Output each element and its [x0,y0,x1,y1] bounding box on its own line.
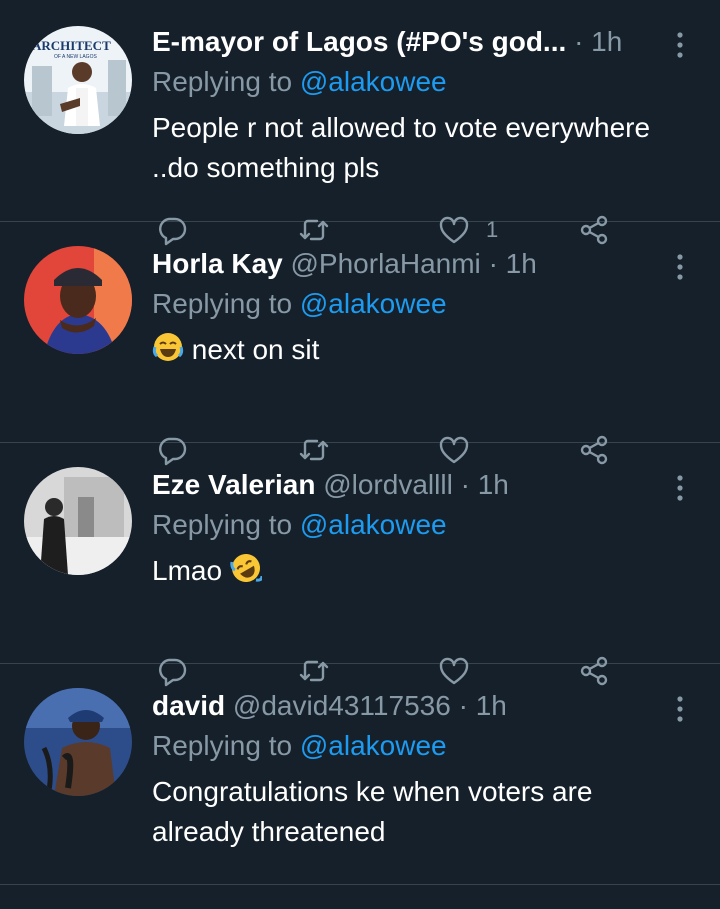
separator-dot: · [460,469,470,500]
reply-item[interactable]: david @david43117536 · 1h Replying to @a… [0,664,720,885]
reply-item[interactable]: ARCHITECT OF A NEW LAGOS E-mayor of Lago… [0,0,720,246]
user-handle[interactable]: @PhorlaHanmi [291,248,481,279]
timestamp[interactable]: 1h [476,690,507,721]
user-handle[interactable]: @lordvallll [323,469,453,500]
reply-text: Congratulations ke when voters are alrea… [152,772,696,852]
avatar[interactable]: ARCHITECT OF A NEW LAGOS [24,26,132,134]
display-name[interactable]: david [152,690,225,721]
display-name[interactable]: Horla Kay [152,248,283,279]
reply-header: Horla Kay @PhorlaHanmi · 1h [152,242,660,286]
more-options-icon[interactable] [668,473,692,503]
replying-to: Replying to @alakowee [152,284,447,324]
replying-prefix: Replying to [152,509,300,540]
svg-text:ARCHITECT: ARCHITECT [32,38,111,53]
mention-link[interactable]: @alakowee [300,66,447,97]
avatar[interactable] [24,467,132,575]
avatar[interactable] [24,688,132,796]
separator-dot: · [458,690,468,721]
mention-link[interactable]: @alakowee [300,288,447,319]
display-name[interactable]: E-mayor of Lagos (#PO's god... [152,26,566,57]
timestamp[interactable]: 1h [506,248,537,279]
reply-text: People r not allowed to vote everywhere … [152,108,696,188]
reply-text-line: already threatened [152,816,386,847]
display-name[interactable]: Eze Valerian [152,469,315,500]
separator-dot: · [488,248,498,279]
reply-item[interactable]: Horla Kay @PhorlaHanmi · 1h Replying to … [0,222,720,466]
replying-prefix: Replying to [152,66,300,97]
reply-text-content: next on sit [191,334,320,365]
face-with-tears-of-joy-icon [152,331,184,374]
replying-to: Replying to @alakowee [152,505,447,545]
user-handle[interactable]: @david43117536 [233,690,451,721]
svg-text:OF A NEW LAGOS: OF A NEW LAGOS [54,54,97,60]
replying-to: Replying to @alakowee [152,726,447,766]
separator-dot: · [574,26,584,57]
reply-item[interactable]: Eze Valerian @lordvallll · 1h Replying t… [0,443,720,687]
reply-text: Lmao [152,551,696,595]
reply-header: david @david43117536 · 1h [152,684,660,728]
replying-to: Replying to @alakowee [152,62,447,102]
reply-text-line: ..do something pls [152,152,380,183]
reply-text-line: Congratulations ke when voters are [152,776,593,807]
more-options-icon[interactable] [668,252,692,282]
reply-header: Eze Valerian @lordvallll · 1h [152,463,660,507]
reply-text-line: People r not allowed to vote everywhere [152,112,651,143]
mention-link[interactable]: @alakowee [300,509,447,540]
more-options-icon[interactable] [668,30,692,60]
avatar[interactable] [24,246,132,354]
mention-link[interactable]: @alakowee [300,730,447,761]
reply-text-content: Lmao [152,555,223,586]
reply-text: next on sit [152,330,696,374]
timestamp[interactable]: 1h [478,469,509,500]
reply-header: E-mayor of Lagos (#PO's god... · 1h [152,20,660,64]
rolling-on-the-floor-laughing-icon [230,552,264,595]
replying-prefix: Replying to [152,288,300,319]
timestamp[interactable]: 1h [591,26,622,57]
replying-prefix: Replying to [152,730,300,761]
more-options-icon[interactable] [668,694,692,724]
